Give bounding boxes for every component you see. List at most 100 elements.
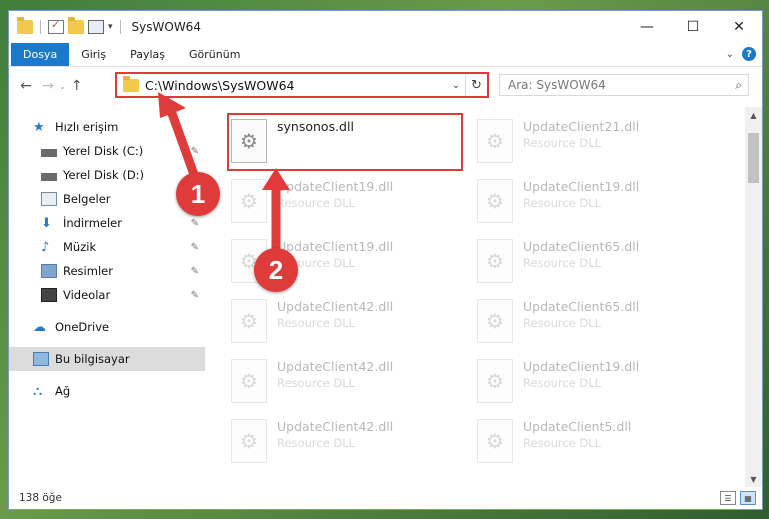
sidebar-item-label: Bu bilgisayar — [55, 352, 130, 366]
tab-home[interactable]: Giriş — [69, 43, 118, 66]
quick-access-dropdown-icon[interactable]: ▾ — [108, 22, 113, 32]
sidebar-item-6[interactable]: Resimler ✎ — [9, 259, 205, 283]
sidebar-item-5[interactable]: ♪ Müzik ✎ — [9, 235, 205, 259]
file-tile[interactable]: UpdateClient19.dll Resource DLL — [473, 355, 713, 407]
new-folder-icon[interactable] — [68, 17, 84, 34]
sidebar-item-9[interactable]: Bu bilgisayar — [9, 347, 205, 371]
sidebar-item-7[interactable]: Videolar ✎ — [9, 283, 205, 307]
file-highlight-box — [227, 113, 463, 171]
close-button[interactable]: ✕ — [716, 11, 762, 43]
file-tile[interactable]: UpdateClient42.dll Resource DLL — [227, 355, 467, 407]
folder-icon — [17, 17, 33, 34]
status-bar: 138 öğe ☰ ▦ — [9, 487, 762, 509]
help-icon[interactable]: ? — [742, 47, 756, 61]
file-tile[interactable]: UpdateClient65.dll Resource DLL — [473, 295, 713, 347]
sidebar-item-2[interactable]: Yerel Disk (D:)✎ — [9, 163, 205, 187]
music-icon: ♪ — [41, 240, 50, 255]
file-type: Resource DLL — [277, 316, 356, 330]
pin-icon[interactable]: ✎ — [191, 242, 199, 253]
videos-icon — [41, 288, 57, 302]
dll-file-icon — [477, 119, 513, 163]
pin-icon[interactable]: ✎ — [191, 146, 199, 157]
main-area: ★ Hızlı erişim Yerel Disk (C:) ✎ Yerel Disk … — [9, 107, 762, 487]
sidebar-item-10[interactable]: ⛬ Ağ — [9, 379, 205, 403]
tab-file[interactable]: Dosya — [11, 43, 70, 66]
sidebar-item-1[interactable]: Yerel Disk (C:) ✎ — [9, 139, 205, 163]
file-type: Resource DLL — [523, 256, 602, 270]
recent-locations-icon[interactable]: ⌄ — [59, 82, 66, 91]
tiles-view-icon[interactable]: ▦ — [740, 491, 756, 505]
file-name: UpdateClient19.dll — [277, 179, 394, 194]
scrollbar-thumb[interactable] — [748, 133, 759, 183]
file-name: UpdateClient42.dll — [277, 359, 394, 374]
folder-icon — [123, 75, 139, 92]
sidebar-item-label: Hızlı erişim — [55, 120, 119, 134]
file-tile[interactable]: UpdateClient65.dll Resource DLL — [473, 235, 713, 287]
sidebar-item-label: Müzik — [63, 240, 97, 254]
address-path[interactable]: C:\Windows\SysWOW64 — [145, 78, 447, 93]
file-name: UpdateClient65.dll — [523, 239, 640, 254]
tab-view[interactable]: Görünüm — [177, 43, 252, 66]
file-name: UpdateClient5.dll — [523, 419, 632, 434]
network-icon: ⛬ — [33, 384, 43, 399]
file-type: Resource DLL — [523, 196, 602, 210]
minimize-button[interactable]: — — [624, 11, 670, 43]
forward-button[interactable]: → — [37, 78, 59, 94]
drive-icon — [41, 148, 57, 157]
pin-icon[interactable]: ✎ — [191, 290, 199, 301]
refresh-button[interactable]: ↻ — [465, 74, 487, 96]
file-explorer-window: ▾ SysWOW64 — ☐ ✕ Dosya Giriş Paylaş Görü… — [8, 10, 763, 510]
file-tile[interactable]: UpdateClient42.dll Resource DLL — [227, 415, 467, 467]
file-name: UpdateClient65.dll — [523, 299, 640, 314]
sidebar-item-0[interactable]: ★ Hızlı erişim — [9, 115, 205, 139]
file-type: Resource DLL — [277, 196, 356, 210]
title-bar: ▾ SysWOW64 — ☐ ✕ — [9, 11, 762, 43]
sidebar-item-label: İndirmeler — [63, 216, 122, 230]
dll-file-icon — [231, 419, 267, 463]
sidebar-item-label: Ağ — [55, 384, 71, 398]
dll-file-icon — [477, 359, 513, 403]
address-dropdown-icon[interactable]: ⌄ — [447, 80, 465, 91]
file-tile[interactable]: UpdateClient19.dll Resource DLL — [227, 175, 467, 227]
address-row: ← → ⌄ ↑ C:\Windows\SysWOW64 ⌄ ↻ Ara: Sys… — [9, 67, 762, 105]
file-type: Resource DLL — [277, 436, 356, 450]
file-tile[interactable]: UpdateClient21.dll Resource DLL — [473, 115, 713, 167]
pictures-icon — [41, 264, 57, 278]
scroll-down-icon[interactable]: ▼ — [745, 471, 762, 487]
file-tile[interactable]: UpdateClient19.dll Resource DLL — [473, 175, 713, 227]
file-type: Resource DLL — [523, 376, 602, 390]
ribbon-tabs: Dosya Giriş Paylaş Görünüm ⌄ ? — [9, 43, 762, 67]
sidebar-item-8[interactable]: ☁ OneDrive — [9, 315, 205, 339]
properties-check-icon[interactable] — [48, 18, 64, 34]
scroll-up-icon[interactable]: ▲ — [745, 107, 762, 123]
documents-icon — [41, 192, 57, 206]
back-button[interactable]: ← — [15, 78, 37, 94]
customize-icon[interactable] — [88, 20, 104, 34]
file-list: ▲ ▼ synsonos.dllUpdateClient19.dllResour… — [205, 107, 762, 487]
dll-file-icon — [231, 299, 267, 343]
up-button[interactable]: ↑ — [66, 78, 88, 94]
maximize-button[interactable]: ☐ — [670, 11, 716, 43]
view-toggles: ☰ ▦ — [720, 491, 756, 505]
search-icon[interactable]: ⌕ — [735, 78, 742, 93]
address-bar[interactable]: C:\Windows\SysWOW64 ⌄ ↻ — [115, 72, 489, 98]
cloud-icon: ☁ — [33, 320, 46, 335]
pin-icon[interactable]: ✎ — [191, 218, 199, 229]
file-tile[interactable]: UpdateClient42.dll Resource DLL — [227, 295, 467, 347]
file-tile[interactable]: UpdateClient5.dll Resource DLL — [473, 415, 713, 467]
pin-icon[interactable]: ✎ — [191, 266, 199, 277]
details-view-icon[interactable]: ☰ — [720, 491, 736, 505]
window-title: SysWOW64 — [131, 20, 201, 34]
navigation-pane: ★ Hızlı erişim Yerel Disk (C:) ✎ Yerel Disk … — [9, 107, 205, 487]
sidebar-item-4[interactable]: ⬇ İndirmeler ✎ — [9, 211, 205, 235]
tab-share[interactable]: Paylaş — [118, 43, 177, 66]
chevron-down-icon[interactable]: ⌄ — [726, 49, 734, 60]
search-input[interactable]: Ara: SysWOW64 ⌕ — [499, 74, 749, 96]
file-type: Resource DLL — [523, 316, 602, 330]
sidebar-item-label: Yerel Disk (C:) — [63, 144, 144, 158]
file-type: Resource DLL — [523, 136, 602, 150]
vertical-scrollbar[interactable]: ▲ ▼ — [745, 107, 762, 487]
